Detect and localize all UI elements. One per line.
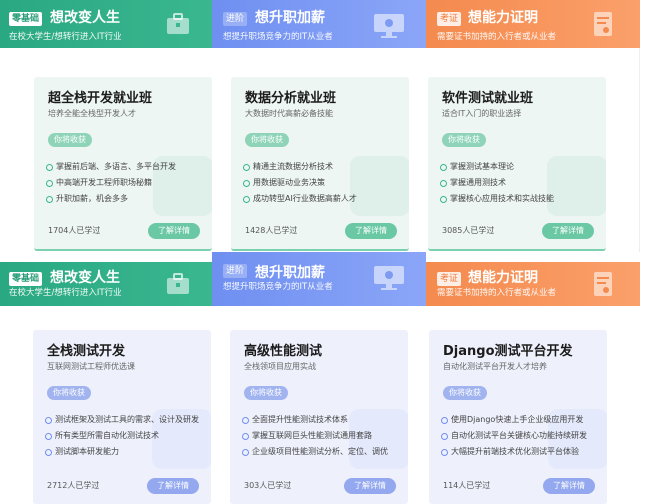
benefit-item: 成功转型AI行业数据高薪人才 [241,191,357,207]
course-section-2: 零基础 想改变人生 在校大学生/想转行进入IT行业 进阶 想升职加薪 想提升职场… [0,252,649,504]
header-subtitle: 想提升职场竞争力的IT从业者 [223,32,333,42]
monitor-icon [374,266,404,290]
gain-badge: 你将收获 [443,386,487,400]
benefit-item: 升职加薪，机会多多 [44,191,176,207]
certificate-header[interactable]: 考证 想能力证明 需要证书加持的入行者或从业者 [426,0,640,48]
benefit-list: 精通主流数据分析技术 用数据驱动业务决策 成功转型AI行业数据高薪人才 [241,159,357,207]
course-description: 适合IT入门的职业选择 [442,109,522,118]
learn-more-button[interactable]: 了解详情 [542,223,594,239]
course-card[interactable]: 全栈测试开发 互联网测试工程师优选课 你将收获 测试框架及测试工具的需求、设计及… [33,330,211,504]
header-title: 想升职加薪 [255,10,325,26]
header-tag: 进阶 [223,12,248,26]
header-tag: 零基础 [9,272,43,286]
header-subtitle: 在校大学生/想转行进入IT行业 [9,288,122,298]
learner-count: 114人已学过 [443,481,491,490]
zero-basis-header[interactable]: 零基础 想改变人生 在校大学生/想转行进入IT行业 [0,0,212,48]
course-title: 超全栈开发就业班 [48,91,153,106]
course-card[interactable]: 高级性能测试 全栈领项目应用实战 你将收获 全面提升性能测试技术体系 掌握互联网… [230,330,408,504]
benefit-item: 掌握核心应用技术和实战技能 [438,191,554,207]
benefit-item: 自动化测试平台关键核心功能持续研发 [439,428,587,444]
course-section-1: 零基础 想改变人生 在校大学生/想转行进入IT行业 进阶 想升职加薪 想提升职场… [0,0,649,252]
benefit-item: 用数据驱动业务决策 [241,175,357,191]
gain-badge: 你将收获 [48,133,92,147]
certificate-header[interactable]: 考证 想能力证明 需要证书加持的入行者或从业者 [426,262,640,306]
benefit-item: 企业级项目性能测试分析、定位、调优 [240,444,388,460]
header-subtitle: 需要证书加持的入行者或从业者 [437,32,557,42]
header-tag: 进阶 [223,264,248,278]
course-card[interactable]: 超全栈开发就业班 培养全能全栈型开发人才 你将收获 掌握前后端、多语言、多平台开… [34,77,212,251]
briefcase-icon [167,13,189,34]
learner-count: 303人已学过 [244,481,292,490]
course-description: 培养全能全栈型开发人才 [48,109,136,118]
header-title: 想能力证明 [468,270,538,286]
advanced-header[interactable]: 进阶 想升职加薪 想提升职场竞争力的IT从业者 [212,252,426,306]
header-tag: 考证 [437,12,462,26]
gain-badge: 你将收获 [442,133,486,147]
course-card[interactable]: 数据分析就业班 大数据时代高薪必备技能 你将收获 精通主流数据分析技术 用数据驱… [231,77,409,251]
course-title: Django测试平台开发 [443,344,573,359]
benefit-list: 使用Django快速上手企业级应用开发 自动化测试平台关键核心功能持续研发 大幅… [439,412,587,460]
learn-more-button[interactable]: 了解详情 [147,478,199,494]
benefit-item: 掌握前后端、多语言、多平台开发 [44,159,176,175]
certificate-icon [594,272,612,296]
learner-count: 3085人已学过 [442,226,495,235]
course-title: 高级性能测试 [244,344,323,359]
monitor-icon [374,14,404,38]
header-title: 想能力证明 [468,10,538,26]
certificate-icon [594,12,612,36]
course-card[interactable]: Django测试平台开发 自动化测试平台开发人才培养 你将收获 使用Django… [429,330,607,504]
benefit-item: 大幅提升前端技术优化测试平台体验 [439,444,587,460]
gain-badge: 你将收获 [47,386,91,400]
benefit-item: 掌握测试基本理论 [438,159,554,175]
course-description: 全栈领项目应用实战 [244,362,316,371]
benefit-item: 测试框架及测试工具的需求、设计及研发 [43,412,199,428]
course-title: 数据分析就业班 [245,91,337,106]
benefit-item: 精通主流数据分析技术 [241,159,357,175]
header-tag: 考证 [437,272,462,286]
header-title: 想改变人生 [50,270,120,286]
benefit-list: 掌握测试基本理论 掌握通用测技术 掌握核心应用技术和实战技能 [438,159,554,207]
benefit-item: 测试脚本研发能力 [43,444,199,460]
header-title: 想升职加薪 [255,265,325,281]
benefit-list: 掌握前后端、多语言、多平台开发 中高端开发工程师职场秘籍 升职加薪，机会多多 [44,159,176,207]
gain-badge: 你将收获 [244,386,288,400]
benefit-item: 中高端开发工程师职场秘籍 [44,175,176,191]
course-description: 互联网测试工程师优选课 [47,362,135,371]
benefit-item: 掌握互联网巨头性能测试通用套路 [240,428,388,444]
learn-more-button[interactable]: 了解详情 [345,223,397,239]
benefit-item: 使用Django快速上手企业级应用开发 [439,412,587,428]
course-title: 软件测试就业班 [442,91,534,106]
learner-count: 2712人已学过 [47,481,100,490]
course-description: 自动化测试平台开发人才培养 [443,362,547,371]
learn-more-button[interactable]: 了解详情 [344,478,396,494]
benefit-list: 测试框架及测试工具的需求、设计及研发 所有类型所需自动化测试技术 测试脚本研发能… [43,412,199,460]
briefcase-icon [167,273,189,294]
benefit-item: 所有类型所需自动化测试技术 [43,428,199,444]
learner-count: 1428人已学过 [245,226,298,235]
header-tag: 零基础 [9,12,43,26]
course-card[interactable]: 软件测试就业班 适合IT入门的职业选择 你将收获 掌握测试基本理论 掌握通用测技… [428,77,606,251]
header-subtitle: 在校大学生/想转行进入IT行业 [9,32,122,42]
benefit-item: 全面提升性能测试技术体系 [240,412,388,428]
benefit-item: 掌握通用测技术 [438,175,554,191]
zero-basis-header[interactable]: 零基础 想改变人生 在校大学生/想转行进入IT行业 [0,262,212,306]
advanced-header[interactable]: 进阶 想升职加薪 想提升职场竞争力的IT从业者 [212,0,426,48]
course-title: 全栈测试开发 [47,344,126,359]
header-title: 想改变人生 [50,10,120,26]
learn-more-button[interactable]: 了解详情 [148,223,200,239]
course-description: 大数据时代高薪必备技能 [245,109,333,118]
header-subtitle: 想提升职场竞争力的IT从业者 [223,282,333,292]
benefit-list: 全面提升性能测试技术体系 掌握互联网巨头性能测试通用套路 企业级项目性能测试分析… [240,412,388,460]
learner-count: 1704人已学过 [48,226,101,235]
header-subtitle: 需要证书加持的入行者或从业者 [437,288,557,298]
gain-badge: 你将收获 [245,133,289,147]
learn-more-button[interactable]: 了解详情 [543,478,595,494]
